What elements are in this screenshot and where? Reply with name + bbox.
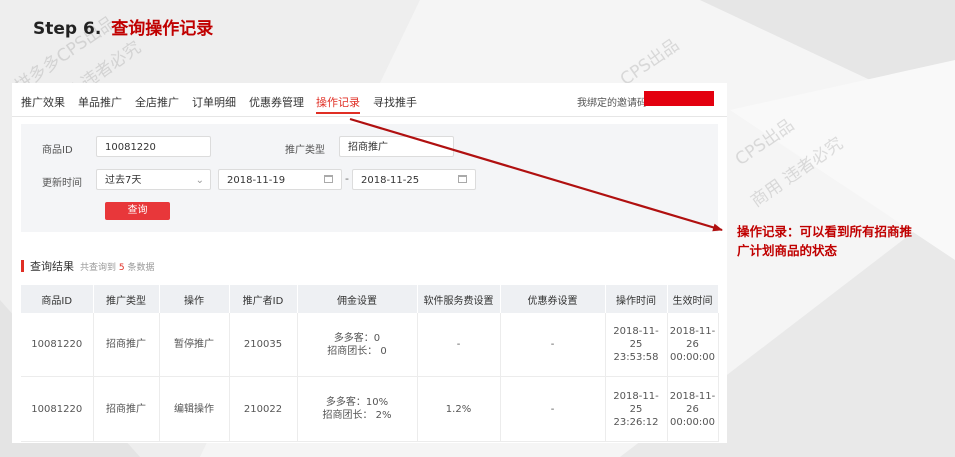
cell-action: 暂停推广 <box>159 313 230 377</box>
col-header: 操作 <box>159 285 230 313</box>
step-number: Step 6. <box>33 19 102 39</box>
goods-id-input[interactable]: 10081220 <box>96 136 211 157</box>
end-date-value: 2018-11-25 <box>361 175 420 186</box>
col-header: 推广类型 <box>93 285 160 313</box>
col-header: 优惠券设置 <box>500 285 606 313</box>
top-nav: 推广效果 单品推广 全店推广 订单明细 优惠券管理 操作记录 寻找推手 我绑定的… <box>12 83 727 117</box>
cell-op-time: 2018-11- 25 23:26:12 <box>605 376 668 442</box>
goods-id-label: 商品ID <box>42 145 73 156</box>
cell-action: 编辑操作 <box>159 376 230 442</box>
cell-coupon: - <box>500 313 606 377</box>
cell-promoter-id: 210022 <box>229 376 298 442</box>
step-heading: Step 6. 查询操作记录 <box>33 14 213 39</box>
invite-code-label: 我绑定的邀请码 <box>577 98 647 109</box>
tab-find-promoter[interactable]: 寻找推手 <box>373 94 417 110</box>
cell-promoter-id: 210035 <box>229 313 298 377</box>
tab-operation-log[interactable]: 操作记录 <box>316 94 360 114</box>
result-table: 商品ID 推广类型 操作 推广者ID 佣金设置 软件服务费设置 优惠券设置 操作… <box>21 285 719 442</box>
cell-type: 招商推广 <box>93 376 160 442</box>
update-time-label: 更新时间 <box>42 178 82 189</box>
cell-service-fee: 1.2% <box>417 376 501 442</box>
cell-service-fee: - <box>417 313 501 377</box>
redaction-box <box>644 91 714 106</box>
tab-store-promo[interactable]: 全店推广 <box>135 94 179 110</box>
cell-eff-time: 2018-11- 26 00:00:00 <box>667 313 719 377</box>
cell-goods-id: 10081220 <box>21 376 94 442</box>
cell-eff-time: 2018-11- 26 00:00:00 <box>667 376 719 442</box>
tab-order-detail[interactable]: 订单明细 <box>192 94 236 110</box>
col-header: 软件服务费设置 <box>417 285 501 313</box>
cell-coupon: - <box>500 376 606 442</box>
cell-goods-id: 10081220 <box>21 313 94 377</box>
step-title: 查询操作记录 <box>111 19 214 39</box>
callout-line: 广计划商品的状态 <box>737 243 838 258</box>
promo-type-label: 推广类型 <box>285 145 325 156</box>
callout-line: 操作记录：可以看到所有招商推 <box>737 224 913 239</box>
result-count: 共查询到 5 条数据 <box>80 263 155 273</box>
table-row: 10081220 招商推广 暂停推广 210035 多多客：0 招商团长： 0 -… <box>21 313 719 377</box>
period-value: 过去7天 <box>105 175 142 186</box>
col-header: 佣金设置 <box>297 285 418 313</box>
period-select[interactable]: 过去7天 ⌄ <box>96 169 211 190</box>
filter-panel: 商品ID 10081220 推广类型 招商推广 更新时间 过去7天 ⌄ 2018… <box>21 124 718 232</box>
tab-single-promo[interactable]: 单品推广 <box>78 94 122 110</box>
table-header-row: 商品ID 推广类型 操作 推广者ID 佣金设置 软件服务费设置 优惠券设置 操作… <box>21 285 719 313</box>
start-date-value: 2018-11-19 <box>227 175 286 186</box>
col-header: 推广者ID <box>229 285 298 313</box>
calendar-icon <box>324 175 333 183</box>
col-header: 操作时间 <box>605 285 668 313</box>
start-date-input[interactable]: 2018-11-19 <box>218 169 342 190</box>
col-header: 商品ID <box>21 285 94 313</box>
cell-commission: 多多客：10% 招商团长： 2% <box>297 376 418 442</box>
calendar-icon <box>458 175 467 183</box>
tab-promo-effect[interactable]: 推广效果 <box>21 94 65 110</box>
result-header: 查询结果 共查询到 5 条数据 <box>21 258 155 274</box>
end-date-input[interactable]: 2018-11-25 <box>352 169 476 190</box>
date-range-separator: - <box>345 172 349 185</box>
screenshot-panel: 推广效果 单品推广 全店推广 订单明细 优惠券管理 操作记录 寻找推手 我绑定的… <box>12 83 727 443</box>
query-button[interactable]: 查询 <box>105 202 170 220</box>
tab-coupon-manage[interactable]: 优惠券管理 <box>249 94 304 110</box>
chevron-down-icon: ⌄ <box>195 175 204 186</box>
table-row: 10081220 招商推广 编辑操作 210022 多多客：10% 招商团长： 2… <box>21 376 719 442</box>
col-header: 生效时间 <box>667 285 719 313</box>
result-title: 查询结果 <box>30 260 74 273</box>
annotation-callout: 操作记录：可以看到所有招商推 广计划商品的状态 <box>737 222 952 260</box>
section-marker <box>21 260 24 272</box>
cell-type: 招商推广 <box>93 313 160 377</box>
promo-type-select[interactable]: 招商推广 <box>339 136 454 157</box>
cell-commission: 多多客：0 招商团长： 0 <box>297 313 418 377</box>
cell-op-time: 2018-11- 25 23:53:58 <box>605 313 668 377</box>
